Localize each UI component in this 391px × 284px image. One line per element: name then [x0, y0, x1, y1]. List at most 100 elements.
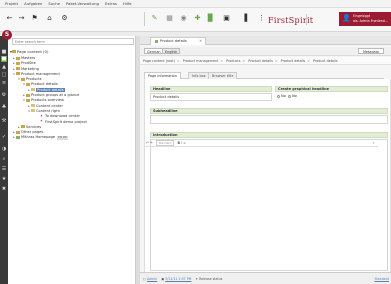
metadata-button[interactable]: Metadata	[357, 48, 384, 54]
workflow-icon[interactable]: ⚒	[1, 118, 7, 124]
grid-icon[interactable]: ▦	[165, 14, 174, 23]
close-icon[interactable]: ✕	[199, 38, 202, 45]
richtext-toolbar: ↶ ↷ Standard B I ∞ ✓	[145, 139, 378, 147]
link-icon[interactable]: ∞	[183, 141, 186, 145]
search-icon[interactable]: ⌕	[1, 156, 7, 162]
tree-item-label: Content right	[36, 108, 60, 113]
preview-icon[interactable]: ▣	[222, 14, 231, 23]
undo-icon[interactable]: ↶	[146, 141, 149, 145]
page-form: Headline Product details Create graphica…	[144, 79, 391, 279]
add-icon[interactable]: ✚	[193, 14, 202, 23]
headline-label: Headline	[150, 86, 272, 92]
radio-option[interactable]	[288, 94, 291, 98]
chart-icon[interactable]: ▐	[240, 14, 249, 23]
media-icon[interactable]: ■	[1, 49, 7, 55]
perspective-bar: ■ ■ ▲ □ ≡ ⚙ ♣ ⚒ ✓ ◑ ⌕ ☰ ★ ✖	[0, 36, 8, 284]
breadcrumb-item[interactable]: Product details	[248, 59, 273, 63]
tree-item-label: ProdSite	[21, 61, 36, 66]
tree-item[interactable]: ▸ Mithras Homepage EN DE	[8, 135, 136, 140]
status-right-link[interactable]: Standard	[374, 273, 389, 284]
edit-icon[interactable]: ✎	[150, 14, 159, 23]
status-user[interactable]: Admin	[147, 277, 157, 281]
tree-item-label: FirstSpirit demo project	[45, 119, 87, 124]
settings-icon[interactable]: ⚙	[60, 14, 69, 23]
breadcrumb-item[interactable]: Page content (root)	[143, 59, 175, 63]
create-graphical-headline-label: Create graphical headline	[275, 86, 388, 92]
status-bar: □ Admin ▣ 5/11/11 2:57 PM ✦ Release stat…	[140, 272, 391, 284]
release-icon[interactable]: ◑	[1, 146, 7, 152]
tree-item-label: Product details	[36, 87, 65, 92]
back-icon[interactable]: ←	[5, 14, 14, 23]
tree-root[interactable]: ▾ Page content (0)	[10, 48, 135, 54]
tab-page-information[interactable]: Page information	[144, 72, 181, 79]
folder-icon	[11, 49, 16, 53]
editor-tab[interactable]: Product details ✕	[150, 37, 206, 45]
spellcheck-icon[interactable]: ✓	[372, 139, 375, 147]
content-icon[interactable]: ≡	[1, 80, 7, 86]
folder-icon	[16, 61, 20, 65]
tree-root-label: Page content (0)	[16, 48, 49, 54]
lang-english-button[interactable]: English	[162, 48, 181, 54]
breadcrumb-item[interactable]: Products	[226, 59, 240, 63]
language-tag: EN DE	[57, 135, 68, 140]
menu-project[interactable]: Projekt	[5, 1, 18, 6]
folder-icon	[16, 56, 20, 60]
more-menu-icon[interactable]: ⋮	[257, 14, 266, 23]
bookmark-icon[interactable]: ⚑	[30, 14, 39, 23]
view-icon[interactable]: ◉	[179, 14, 188, 23]
site-structure-icon[interactable]: ▲	[1, 64, 7, 70]
menu-help[interactable]: Hilfe	[123, 1, 132, 6]
breadcrumb-separator: >	[274, 59, 278, 63]
bold-button[interactable]: B	[177, 141, 180, 145]
editor-tab-title: Product details	[160, 39, 187, 43]
folder-icon	[16, 130, 20, 134]
task-icon[interactable]: ✓	[1, 134, 7, 140]
breadcrumb-item[interactable]: Product details	[281, 59, 306, 63]
status-note: Release status	[199, 277, 223, 281]
menu-package-management[interactable]: Paket-Verwaltung	[66, 1, 99, 6]
lang-german-button[interactable]: German	[144, 48, 164, 54]
menu-search[interactable]: Suche	[48, 1, 60, 6]
page-icon	[31, 88, 35, 92]
release-status-icon: ✦	[195, 277, 199, 281]
page-icon	[155, 39, 158, 43]
menu-extras[interactable]: Extras	[105, 1, 117, 6]
radio-option[interactable]	[277, 94, 280, 98]
delete-icon[interactable]: ▉	[206, 14, 215, 23]
breadcrumb-separator: >	[176, 59, 180, 63]
breadcrumb-separator: >	[220, 59, 224, 63]
breadcrumb-item[interactable]: Product details	[313, 59, 338, 63]
breadcrumb-item[interactable]: Product management	[183, 59, 219, 63]
user-box[interactable]: 👤 Eingeloggt als: Admin Frontend…	[339, 12, 391, 26]
tree-search-input[interactable]	[13, 39, 133, 44]
editor-panel: Product details ✕ German English Metadat…	[140, 36, 391, 284]
tree-search-box[interactable]	[12, 38, 134, 45]
tab-browser-title[interactable]: Browser title	[208, 72, 238, 79]
global-settings-icon[interactable]: ⚙	[1, 92, 7, 98]
status-datetime[interactable]: 5/11/11 2:57 PM	[165, 277, 191, 281]
home-icon[interactable]: ⌂	[45, 14, 54, 23]
folder-icon	[26, 98, 30, 102]
folder-icon	[21, 125, 25, 129]
tree: ▸ Masters ▸ ProdSite ▸ Marketing ▾ Product m…	[8, 56, 136, 141]
headline-field[interactable]: Product details	[150, 93, 272, 101]
page-content-icon[interactable]: ■	[1, 56, 7, 62]
report-icon[interactable]: ☰	[1, 166, 7, 172]
italic-button[interactable]: I	[181, 141, 182, 145]
templates-icon[interactable]: □	[1, 72, 7, 78]
app-logo-icon[interactable]: S	[2, 30, 12, 40]
tree-item-label: Products overview	[31, 98, 64, 103]
history-icon[interactable]: ✖	[1, 186, 7, 192]
bookmark-list-icon[interactable]: ★	[1, 176, 7, 182]
menu-tasks[interactable]: Aufgaben	[24, 1, 42, 6]
navigation-tree-panel: ▾ Page content (0) ▸Masters ▸ProdSite ▸M…	[8, 36, 136, 284]
introduction-editor[interactable]	[150, 139, 388, 271]
page-icon	[16, 135, 20, 139]
paragraph-style-select[interactable]: Standard	[155, 140, 175, 146]
forward-icon[interactable]: →	[17, 14, 26, 23]
user-icon: 👤	[342, 14, 351, 22]
subheadline-field[interactable]	[150, 115, 388, 124]
redo-icon[interactable]: ↷	[150, 141, 153, 145]
users-icon[interactable]: ♣	[1, 104, 7, 110]
tab-info-box[interactable]: Info box	[188, 72, 210, 79]
